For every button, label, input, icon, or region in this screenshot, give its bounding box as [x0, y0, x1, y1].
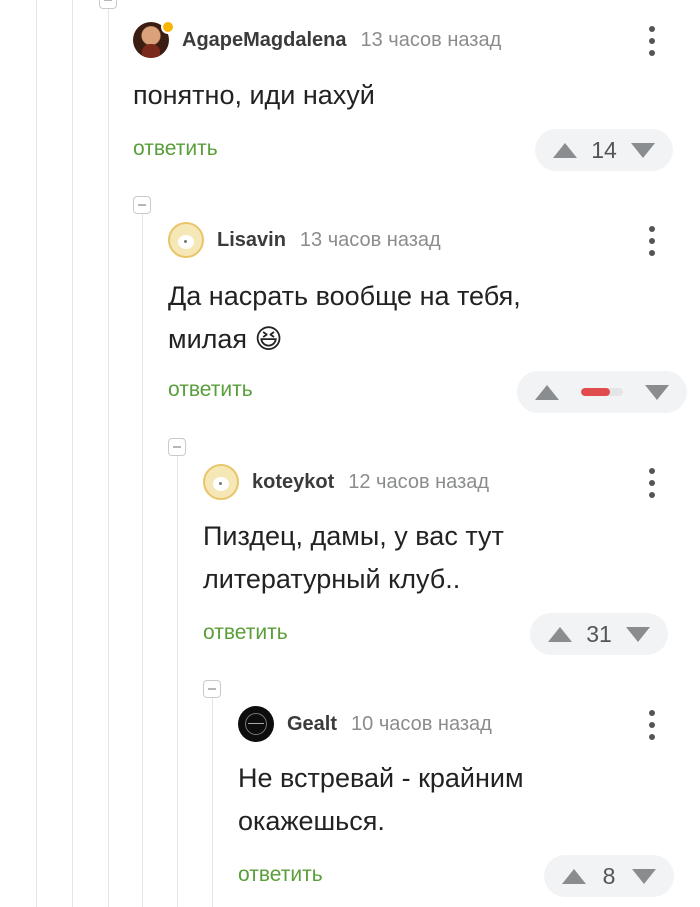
collapse-toggle[interactable]	[168, 438, 186, 456]
downvote-arrow-icon[interactable]	[631, 142, 655, 158]
rating-score: 14	[591, 136, 617, 163]
default-cat-avatar-icon[interactable]	[203, 464, 239, 500]
dark-logo-avatar-icon[interactable]	[238, 706, 274, 742]
collapse-toggle[interactable]	[203, 680, 221, 698]
thread-line	[108, 0, 109, 907]
comment-text: Да насрать вообще на тебя, милая 😆	[168, 281, 521, 354]
rating-score: 8	[602, 862, 616, 889]
upvote-arrow-icon[interactable]	[548, 626, 572, 642]
comment-header: AgapeMagdalena 13 часов назад	[133, 20, 501, 58]
vote-control: 8	[544, 855, 674, 897]
more-options-icon[interactable]	[648, 468, 656, 498]
timestamp[interactable]: 13 часов назад	[300, 229, 441, 252]
username[interactable]: Lisavin	[217, 229, 286, 252]
downvote-arrow-icon[interactable]	[626, 626, 650, 642]
rating-bar	[581, 388, 623, 396]
reply-link[interactable]: ответить	[238, 863, 323, 887]
reply-link[interactable]: ответить	[203, 621, 288, 645]
comment: Gealt 10 часов назад Не встревай - крайн…	[238, 706, 700, 907]
downvote-arrow-icon[interactable]	[631, 868, 656, 884]
comment-text: понятно, иди нахуй	[133, 80, 375, 110]
comment-text: Не встревай - крайним окажешься.	[238, 763, 524, 836]
rating-score: 31	[586, 620, 612, 647]
timestamp[interactable]: 10 часов назад	[351, 713, 492, 736]
vote-control	[517, 371, 687, 413]
vote-control: 31	[530, 613, 668, 655]
more-options-icon[interactable]	[648, 226, 656, 256]
username[interactable]: Gealt	[287, 713, 337, 736]
comment: AgapeMagdalena 13 часов назад понятно, и…	[133, 20, 700, 182]
downvote-arrow-icon[interactable]	[645, 384, 669, 400]
collapse-toggle[interactable]	[99, 0, 117, 9]
upvote-arrow-icon[interactable]	[553, 142, 577, 158]
rating-bar-negative	[581, 388, 611, 396]
upvote-arrow-icon[interactable]	[562, 868, 586, 884]
comment-header: Gealt 10 часов назад	[238, 706, 492, 742]
more-options-icon[interactable]	[648, 710, 656, 740]
comment: koteykot 12 часов назад Пиздец, дамы, у …	[203, 464, 700, 664]
reply-link[interactable]: ответить	[168, 378, 253, 402]
thread-line	[142, 205, 143, 907]
thread-line	[36, 0, 37, 907]
more-options-icon[interactable]	[648, 26, 656, 56]
default-cat-avatar-icon[interactable]	[168, 222, 204, 258]
username[interactable]: AgapeMagdalena	[182, 29, 346, 52]
thread-line	[212, 690, 213, 907]
comment-header: Lisavin 13 часов назад	[168, 222, 441, 258]
timestamp[interactable]: 13 часов назад	[360, 29, 501, 52]
vote-control: 14	[535, 129, 673, 171]
upvote-arrow-icon[interactable]	[535, 384, 559, 400]
comment-text: Пиздец, дамы, у вас тут литературный клу…	[203, 521, 504, 594]
reply-link[interactable]: ответить	[133, 137, 218, 161]
username[interactable]: koteykot	[252, 471, 334, 494]
comment-header: koteykot 12 часов назад	[203, 464, 489, 500]
thread-line	[177, 447, 178, 907]
online-indicator-icon	[161, 20, 175, 34]
timestamp[interactable]: 12 часов назад	[348, 471, 489, 494]
thread-line	[72, 0, 73, 907]
comment: Lisavin 13 часов назад Да насрать вообще…	[168, 222, 700, 422]
collapse-toggle[interactable]	[133, 196, 151, 214]
